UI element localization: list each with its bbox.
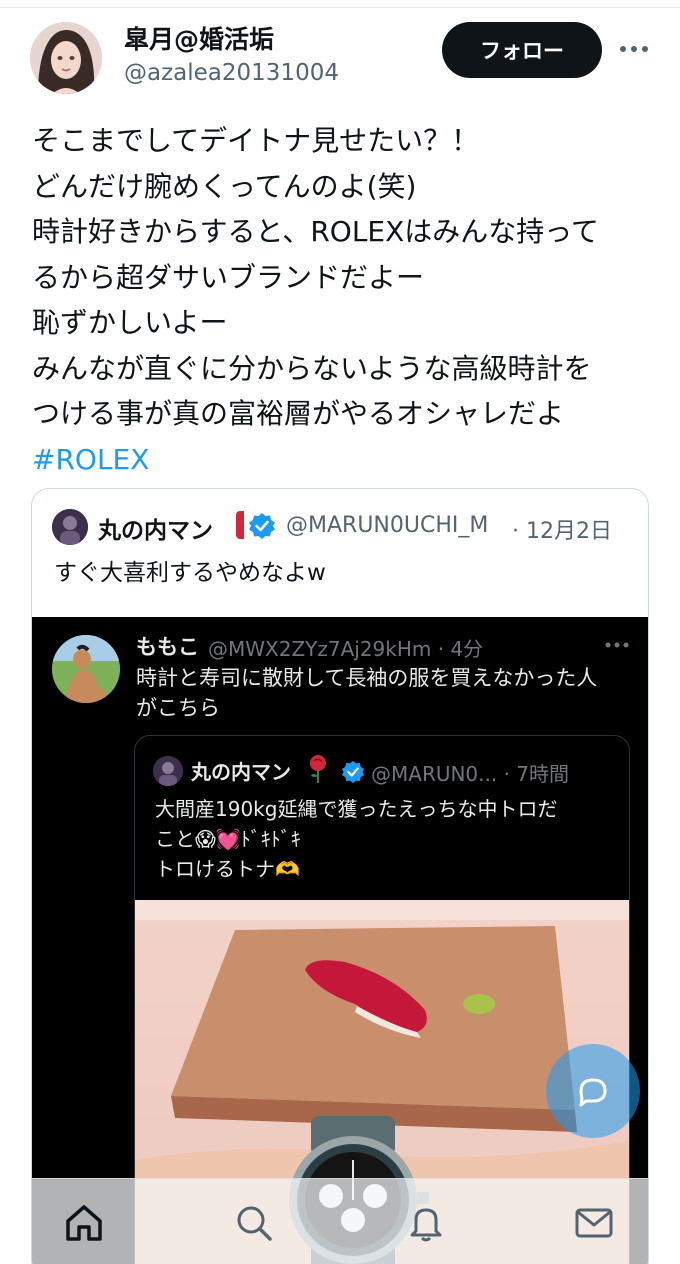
- momoko-text: 時計と寿司に散財して長袖の服を買えなかった人 がこちら: [136, 663, 636, 723]
- quoted-author-avatar: [52, 509, 88, 545]
- inner-text-line: こと😱💓ﾄﾞｷﾄﾞｷ: [155, 827, 301, 851]
- search-icon[interactable]: [232, 1201, 276, 1245]
- momoko-name: ももこ: [136, 635, 199, 659]
- reply-compose-icon[interactable]: [546, 1044, 640, 1138]
- inner-text-line: トロけるトナ🫶: [155, 857, 300, 881]
- quoted-author-handle: @MARUN0UCHI_M: [286, 513, 489, 538]
- rose-emoji-icon: [307, 754, 329, 784]
- tweet-line: 恥ずかしいよー: [32, 306, 228, 339]
- verified-badge-icon: [248, 512, 276, 540]
- verified-badge-icon: [341, 760, 365, 784]
- notifications-icon[interactable]: [404, 1201, 448, 1245]
- momoko-text-line: 時計と寿司に散財して長袖の服を買えなかった人: [136, 666, 598, 690]
- quoted-author-name: 丸の内マン: [98, 518, 213, 544]
- quoted-date: · 12月2日: [512, 519, 612, 544]
- tweet-line: 時計好きからすると、ROLEXはみんな持って: [32, 215, 599, 248]
- inner-author-handle: @MARUN0... · 7時間: [371, 762, 570, 786]
- tweet-line: みんなが直ぐに分からないような高級時計を: [32, 351, 592, 385]
- more-icon[interactable]: [612, 34, 656, 64]
- embedded-screenshot: ももこ @MWX2ZYz7Aj29kHm · 4分 時計と寿司に散財して長袖の服…: [32, 617, 648, 1264]
- rose-emoji-icon: [236, 511, 244, 539]
- author-avatar[interactable]: [30, 22, 102, 94]
- tweet-line: るから超ダサいブランドだよー: [32, 260, 425, 294]
- momoko-handle: @MWX2ZYz7Aj29kHm · 4分: [208, 637, 484, 661]
- quoted-tweet-card[interactable]: 丸の内マン @MARUN0UCHI_M · 12月2日 すぐ大喜利するやめなよw…: [31, 488, 649, 1264]
- tweet-line: どんだけ腕めくってんのよ(笑): [32, 169, 417, 203]
- tweet-text: そこまでしてデイトナ見せたい？！ どんだけ腕めくってんのよ(笑) 時計好きからす…: [32, 118, 652, 482]
- more-icon: [604, 635, 630, 655]
- tweet-line: つける事が真の富裕層がやるオシャレだよ: [32, 397, 565, 430]
- momoko-text-line: がこちら: [136, 696, 220, 720]
- inner-author-name: 丸の内マン: [191, 760, 291, 784]
- author-display-name[interactable]: 皐月@婚活垢: [124, 20, 274, 56]
- inner-text: 大間産190kg延縄で獲ったえっちな中トロだ こと😱💓ﾄﾞｷﾄﾞｷ トロけるトナ…: [155, 794, 625, 884]
- inner-text-line: 大間産190kg延縄で獲ったえっちな中トロだ: [155, 797, 558, 821]
- quoted-text: すぐ大喜利するやめなよw: [54, 560, 326, 586]
- top-divider: [0, 0, 680, 8]
- bottom-navigation-bar: [32, 1178, 648, 1264]
- home-icon[interactable]: [62, 1201, 106, 1245]
- hashtag-link[interactable]: #ROLEX: [32, 437, 652, 483]
- messages-icon[interactable]: [572, 1201, 616, 1245]
- author-handle[interactable]: @azalea20131004: [124, 60, 339, 86]
- tweet-line: そこまでしてデイトナ見せたい？！: [32, 124, 480, 157]
- follow-button[interactable]: フォロー: [442, 22, 602, 78]
- momoko-avatar: [52, 635, 120, 703]
- inner-author-avatar: [153, 756, 183, 786]
